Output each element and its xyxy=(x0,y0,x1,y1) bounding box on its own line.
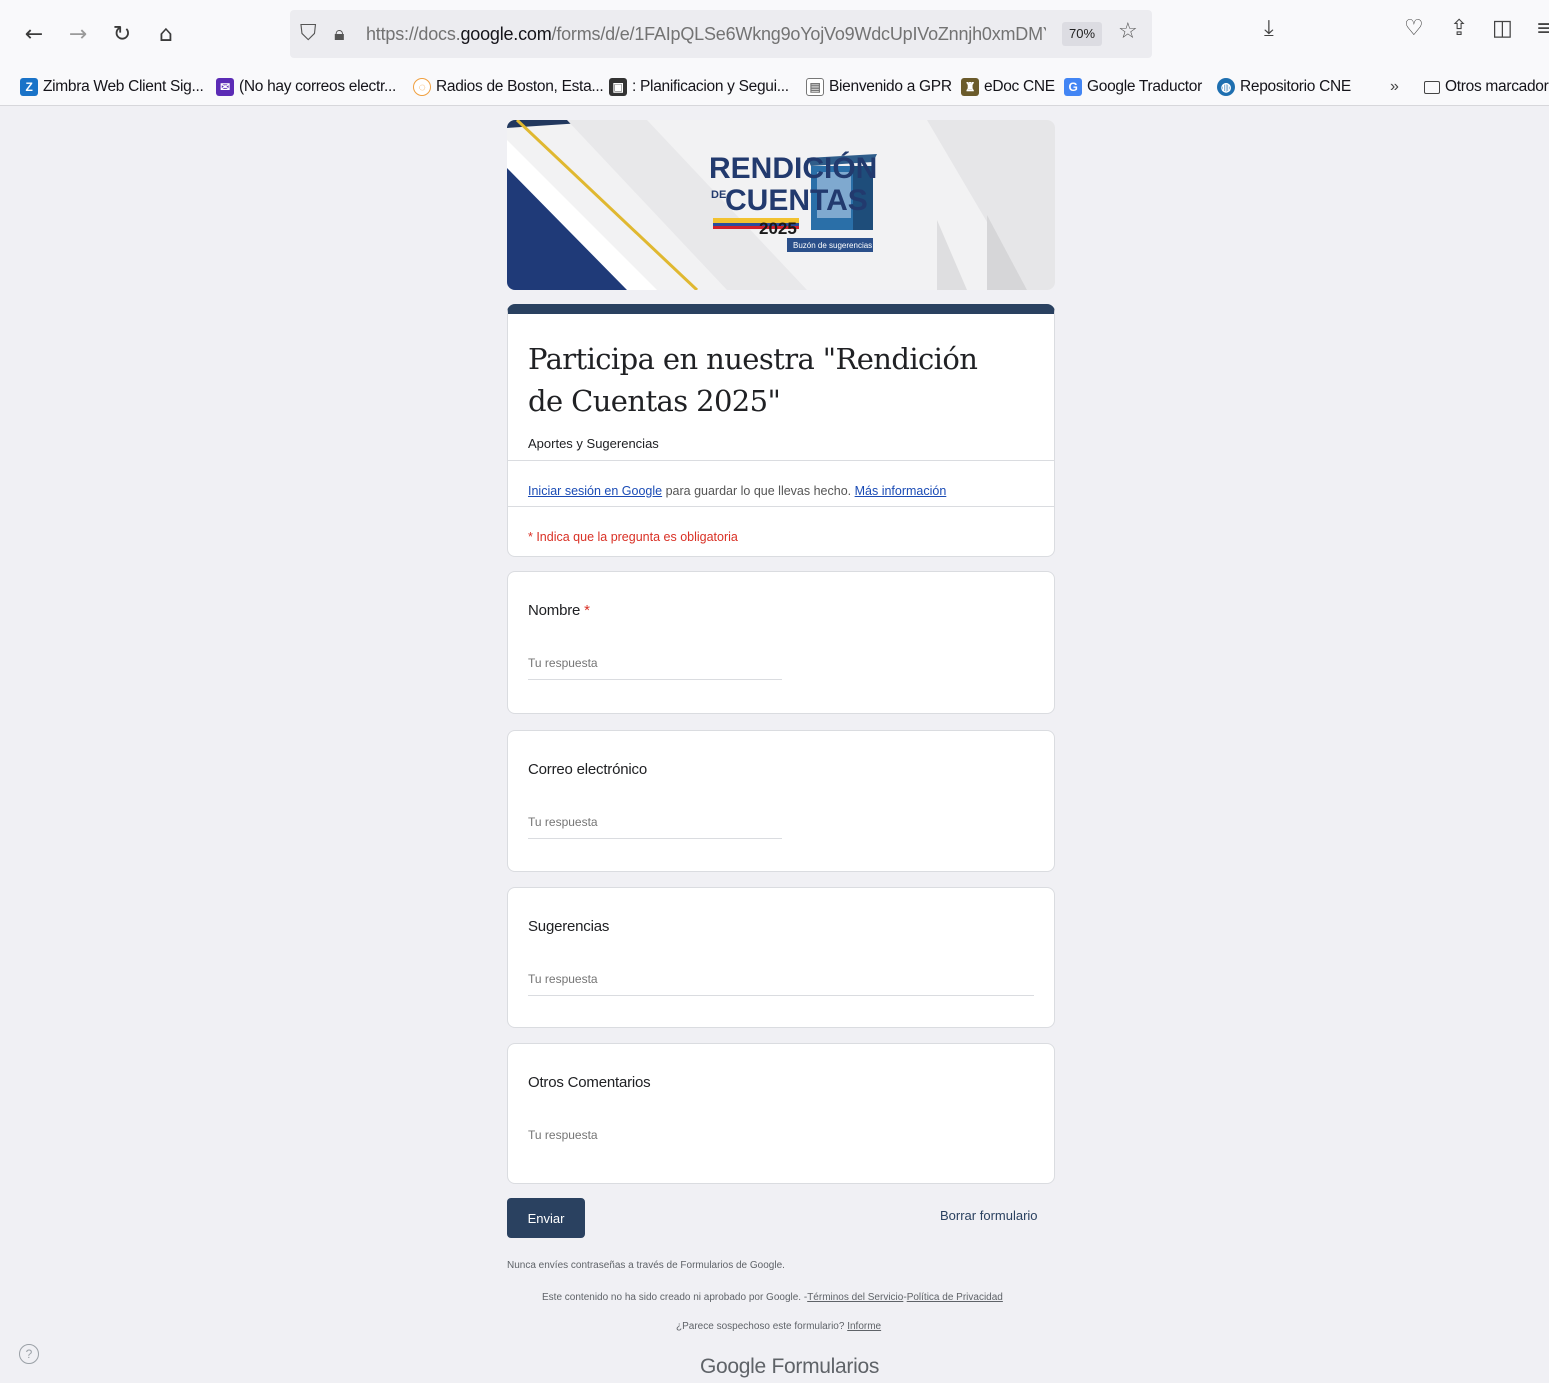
radio-icon: ◌ xyxy=(413,78,431,96)
address-bar[interactable]: ⛉ 🔒︎ https://docs.google.com/forms/d/e/1… xyxy=(290,10,1152,58)
bookmark-label: Otros marcadores xyxy=(1445,78,1549,95)
question-label: Nombre * xyxy=(528,602,590,619)
zimbra-icon: Z xyxy=(20,78,38,96)
divider xyxy=(508,460,1054,461)
bookmark-repositorio[interactable]: ◍ Repositorio CNE xyxy=(1217,76,1351,98)
privacy-link[interactable]: Política de Privacidad xyxy=(907,1292,1003,1303)
back-arrow-icon[interactable]: ← xyxy=(20,18,48,50)
help-icon[interactable]: ? xyxy=(19,1344,39,1364)
bookmark-other-folder[interactable]: Otros marcadores xyxy=(1424,76,1549,98)
terms-link[interactable]: Términos del Servicio xyxy=(807,1292,903,1303)
chart-icon: ▤ xyxy=(806,78,824,96)
globe-icon: ◍ xyxy=(1217,78,1235,96)
question-label: Correo electrónico xyxy=(528,761,647,778)
password-warning: Nunca envíes contraseñas a través de For… xyxy=(507,1260,785,1271)
app-icon: ▣ xyxy=(609,78,627,96)
url-text[interactable]: https://docs.google.com/forms/d/e/1FAIpQ… xyxy=(366,24,1046,45)
bookmarks-bar: Z Zimbra Web Client Sig... ✉ (No hay cor… xyxy=(0,68,1549,106)
bookmark-zimbra[interactable]: Z Zimbra Web Client Sig... xyxy=(20,76,204,98)
signin-link[interactable]: Iniciar sesión en Google xyxy=(528,484,662,498)
clear-form-button[interactable]: Borrar formulario xyxy=(940,1208,1038,1223)
bookmark-gpr[interactable]: ▤ Bienvenido a GPR xyxy=(806,76,952,98)
bookmark-label: Repositorio CNE xyxy=(1240,78,1351,95)
banner-tag: Buzón de sugerencias xyxy=(793,241,872,250)
bookmark-edoc[interactable]: ♜ eDoc CNE xyxy=(961,76,1055,98)
question-label-text: Nombre xyxy=(528,602,581,619)
email-input[interactable] xyxy=(528,811,782,839)
url-path: /forms/d/e/1FAIpQLSe6Wkng9oYojVo9WdcUpIV… xyxy=(551,24,1046,44)
form-description: Aportes y Sugerencias xyxy=(528,436,659,451)
bookmark-planificacion[interactable]: ▣ : Planificacion y Segui... xyxy=(609,76,789,98)
signin-notice: Iniciar sesión en Google para guardar lo… xyxy=(528,484,946,498)
comentarios-input[interactable] xyxy=(528,1124,782,1152)
reload-icon[interactable]: ↻ xyxy=(108,18,136,50)
signin-text: para guardar lo que llevas hecho. xyxy=(662,484,855,498)
question-nombre: Nombre * xyxy=(507,571,1055,714)
bookmark-label: Radios de Boston, Esta... xyxy=(436,78,604,95)
browser-toolbar: ← → ↻ ⌂ ⛉ 🔒︎ https://docs.google.com/for… xyxy=(0,0,1549,68)
tracking-shield-icon[interactable]: ⛉ xyxy=(300,21,317,46)
bookmark-label: eDoc CNE xyxy=(984,78,1055,95)
sugerencias-input[interactable] xyxy=(528,968,1034,996)
banner-title-line1: RENDICIÓN xyxy=(709,151,877,185)
mail-icon: ✉ xyxy=(216,78,234,96)
bookmark-radios[interactable]: ◌ Radios de Boston, Esta... xyxy=(413,76,604,98)
form-title-card: Participa en nuestra "Rendición de Cuent… xyxy=(507,304,1055,557)
banner-year: 2025 xyxy=(759,219,797,238)
bookmark-label: (No hay correos electr... xyxy=(239,78,397,95)
question-otros-comentarios: Otros Comentarios xyxy=(507,1043,1055,1184)
bookmark-label: Bienvenido a GPR xyxy=(829,78,952,95)
chevron-more-icon[interactable]: » xyxy=(1390,76,1399,98)
banner-graphic: RENDICIÓN DE CUENTAS 2025 Buzón de suger… xyxy=(507,120,1055,290)
menu-icon[interactable]: ≡ xyxy=(1536,16,1549,41)
crest-icon: ♜ xyxy=(961,78,979,96)
url-prefix: https://docs. xyxy=(366,24,461,44)
form-header-banner: RENDICIÓN DE CUENTAS 2025 Buzón de suger… xyxy=(507,120,1055,290)
translate-icon: G xyxy=(1064,78,1082,96)
question-correo: Correo electrónico xyxy=(507,730,1055,872)
forward-arrow-icon[interactable]: → xyxy=(64,18,92,50)
question-label: Otros Comentarios xyxy=(528,1074,651,1091)
url-domain: google.com xyxy=(460,24,552,44)
nombre-input[interactable] xyxy=(528,652,782,680)
bookmark-translate[interactable]: G Google Traductor xyxy=(1064,76,1202,98)
bookmark-mail[interactable]: ✉ (No hay correos electr... xyxy=(216,76,396,98)
question-sugerencias: Sugerencias xyxy=(507,887,1055,1028)
banner-title-line2: CUENTAS xyxy=(725,184,868,217)
suspicious-form-notice: ¿Parece sospechoso este formulario? Info… xyxy=(676,1321,881,1332)
bookmark-star-icon[interactable]: ☆ xyxy=(1118,19,1138,44)
report-link[interactable]: Informe xyxy=(847,1321,881,1332)
question-label: Sugerencias xyxy=(528,918,610,935)
bookmark-label: : Planificacion y Segui... xyxy=(632,78,789,95)
disclaimer: Este contenido no ha sido creado ni apro… xyxy=(542,1292,1003,1303)
submit-button[interactable]: Enviar xyxy=(507,1198,585,1238)
suspicious-text: ¿Parece sospechoso este formulario? xyxy=(676,1321,845,1332)
downloads-icon[interactable]: ⤓ xyxy=(1264,16,1274,41)
required-note: * Indica que la pregunta es obligatoria xyxy=(528,530,738,544)
sidebar-icon[interactable]: ◫ xyxy=(1492,16,1513,41)
divider xyxy=(508,506,1054,507)
share-icon[interactable]: ⇪ xyxy=(1450,16,1468,41)
folder-icon xyxy=(1424,80,1440,94)
form-title: Participa en nuestra "Rendición de Cuent… xyxy=(528,342,978,418)
lock-icon[interactable]: 🔒︎ xyxy=(334,21,345,45)
required-asterisk: * xyxy=(584,602,590,619)
bookmark-label: Google Traductor xyxy=(1087,78,1202,95)
google-forms-logo[interactable]: Google Formularios xyxy=(700,1355,879,1379)
bookmark-label: Zimbra Web Client Sig... xyxy=(43,78,204,95)
zoom-indicator[interactable]: 70% xyxy=(1062,22,1102,46)
brand-google: Google xyxy=(700,1355,766,1378)
more-info-link[interactable]: Más información xyxy=(855,484,947,498)
brand-forms: Formularios xyxy=(771,1355,880,1378)
banner-title-de: DE xyxy=(711,189,726,201)
home-icon[interactable]: ⌂ xyxy=(152,18,180,50)
pocket-icon[interactable]: ♡ xyxy=(1404,16,1424,41)
disclaimer-text: Este contenido no ha sido creado ni apro… xyxy=(542,1292,808,1303)
